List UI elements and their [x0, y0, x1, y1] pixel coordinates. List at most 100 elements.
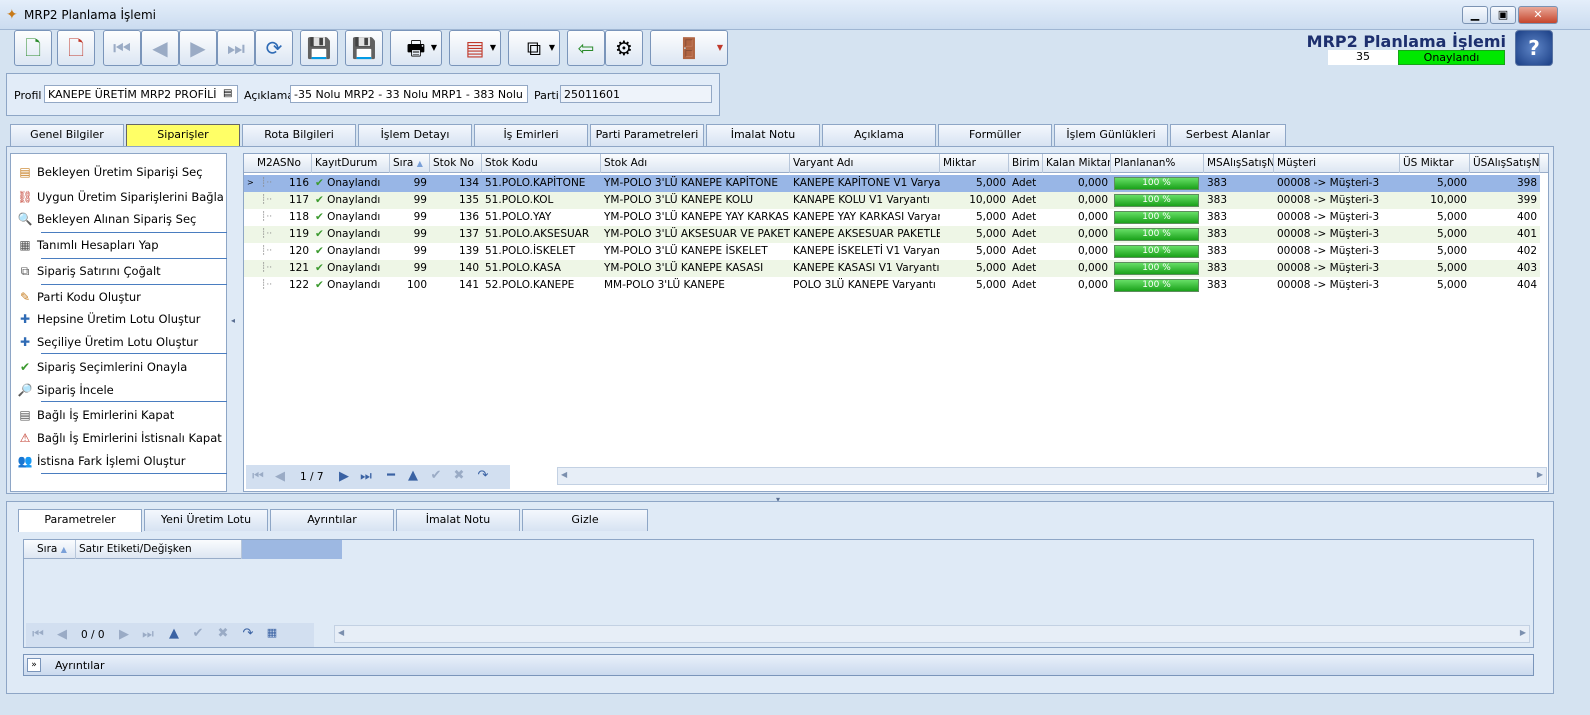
- nav-next-icon[interactable]: ▶: [114, 627, 134, 642]
- help-button[interactable]: ?: [1515, 30, 1553, 66]
- tab-rota-bilgileri[interactable]: Rota Bilgileri: [242, 124, 356, 146]
- nav-refresh-icon[interactable]: ↷: [473, 468, 493, 483]
- col-musteri[interactable]: Müşteri: [1274, 154, 1400, 173]
- col-birim[interactable]: Birim: [1009, 154, 1043, 173]
- nav-cancel-icon[interactable]: ✖: [449, 468, 469, 483]
- print-button[interactable]: 🖶 ▼: [390, 30, 442, 66]
- tab-islem-detayi[interactable]: İşlem Detayı: [358, 124, 472, 146]
- delete-document-button[interactable]: 🗋: [57, 30, 95, 66]
- batch-field[interactable]: 25011601: [560, 85, 712, 103]
- new-document-button[interactable]: 🗋: [14, 30, 52, 66]
- nav-prev-icon[interactable]: ◀: [52, 627, 72, 642]
- horizontal-scrollbar[interactable]: ◀ ▶: [557, 467, 1547, 485]
- nav-post-icon[interactable]: ✔: [188, 626, 208, 641]
- nav-refresh-icon[interactable]: ↷: [238, 626, 258, 641]
- col-msalissatisno[interactable]: MSAlışSatışNo: [1204, 154, 1274, 173]
- col-param-label[interactable]: Satır Etiketi/Değişken: [76, 540, 242, 559]
- collapse-panel-icon[interactable]: ◂: [231, 316, 235, 325]
- exit-button[interactable]: 🚪 ▼: [650, 30, 728, 66]
- tab-islem-gunlukleri[interactable]: İşlem Günlükleri: [1054, 124, 1168, 146]
- tab-parametreler[interactable]: Parametreler: [18, 509, 142, 532]
- nav-prev-icon[interactable]: ◀: [270, 469, 290, 484]
- table-row[interactable]: ┊·· 119 ✔ Onaylandı 99 137 51.POLO.AKSESUAR YM…: [244, 226, 1540, 243]
- table-row[interactable]: ┊·· 117 ✔ Onaylandı 99 135 51.POLO.KOL YM-POLO…: [244, 192, 1540, 209]
- action-close-linked-work-orders-exceptional[interactable]: ⚠ Bağlı İş Emirlerini İstisnalı Kapat: [17, 428, 222, 448]
- settings-button[interactable]: ⚙: [605, 30, 643, 66]
- action-select-received-order[interactable]: 🔍 Bekleyen Alınan Sipariş Seç: [17, 209, 222, 229]
- nav-next-icon[interactable]: ▶: [334, 469, 354, 484]
- tab-aciklama[interactable]: Açıklama: [822, 124, 936, 146]
- action-create-batch-code[interactable]: ✎ Parti Kodu Oluştur: [17, 287, 222, 307]
- nav-filter-icon[interactable]: ▦: [262, 626, 282, 639]
- table-row[interactable]: ┊·· 121 ✔ Onaylandı 99 140 51.POLO.KASA YM-POL…: [244, 260, 1540, 277]
- parameters-horizontal-scrollbar[interactable]: ◀ ▶: [334, 625, 1530, 643]
- close-button[interactable]: ✕: [1518, 6, 1558, 24]
- action-run-defined-calculations[interactable]: ▦ Tanımlı Hesapları Yap: [17, 235, 222, 255]
- col-stok-no[interactable]: Stok No: [430, 154, 482, 173]
- table-row[interactable]: ┊·· 122 ✔ Onaylandı 100 141 52.POLO.KANEPE MM-…: [244, 277, 1540, 294]
- nav-edit-icon[interactable]: ▲: [403, 468, 423, 483]
- action-create-lot-for-selected[interactable]: ✚ Seçiliye Üretim Lotu Oluştur: [17, 332, 222, 352]
- action-create-exception-diff[interactable]: 👥 İstisna Fark İşlemi Oluştur: [17, 451, 222, 471]
- col-kayitdurum[interactable]: KayıtDurum: [312, 154, 390, 173]
- action-create-lot-for-all[interactable]: ✚ Hepsine Üretim Lotu Oluştur: [17, 309, 222, 329]
- action-select-pending-production-order[interactable]: ▤ Bekleyen Üretim Siparişi Seç: [17, 162, 222, 182]
- action-link-production-orders[interactable]: ⛓ Uygun Üretim Siparişlerini Bağla: [17, 187, 223, 207]
- tab-parti-parametreleri[interactable]: Parti Parametreleri: [590, 124, 704, 146]
- previous-record-button[interactable]: ◀: [141, 30, 179, 66]
- profile-field[interactable]: KANEPE ÜRETİM MRP2 PROFİLİ: [44, 85, 238, 103]
- scroll-right-icon[interactable]: ▶: [1537, 470, 1543, 479]
- scroll-left-icon[interactable]: ◀: [338, 628, 344, 637]
- nav-post-icon[interactable]: ✔: [426, 468, 446, 483]
- first-record-button[interactable]: ⏮: [103, 30, 141, 66]
- table-row[interactable]: ┊·· 120 ✔ Onaylandı 99 139 51.POLO.İSKELET YM-…: [244, 243, 1540, 260]
- nav-first-icon[interactable]: ⏮: [248, 469, 268, 484]
- nav-last-icon[interactable]: ⏭: [356, 469, 376, 484]
- save-button[interactable]: 💾: [300, 30, 338, 66]
- description-field[interactable]: -35 Nolu MRP2 - 33 Nolu MRP1 - 383 Nolu …: [290, 85, 528, 103]
- table-row[interactable]: ┊·· 118 ✔ Onaylandı 99 136 51.POLO.YAY YM-POLO…: [244, 209, 1540, 226]
- col-us-miktar[interactable]: ÜS Miktar: [1400, 154, 1470, 173]
- col-miktar[interactable]: Miktar: [940, 154, 1009, 173]
- col-param-sira[interactable]: Sıra ▲: [34, 540, 76, 559]
- scroll-right-icon[interactable]: ▶: [1520, 628, 1526, 637]
- tab-imalat-notu[interactable]: İmalat Notu: [706, 124, 820, 146]
- action-close-linked-work-orders[interactable]: ▤ Bağlı İş Emirlerini Kapat: [17, 405, 222, 425]
- tab-ayrintilar[interactable]: Ayrıntılar: [270, 509, 394, 531]
- nav-cancel-icon[interactable]: ✖: [213, 626, 233, 641]
- tab-serbest-alanlar[interactable]: Serbest Alanlar: [1170, 124, 1286, 146]
- col-varyant-adi[interactable]: Varyant Adı: [790, 154, 940, 173]
- expand-icon[interactable]: »: [27, 658, 41, 672]
- tab-gizle[interactable]: Gizle: [522, 509, 648, 531]
- nav-last-icon[interactable]: ⏭: [138, 627, 158, 642]
- action-inspect-order[interactable]: 🔎 Sipariş İncele: [17, 380, 222, 400]
- col-kalan-miktar[interactable]: Kalan Miktar: [1043, 154, 1111, 173]
- col-m2asno[interactable]: M2ASNo: [254, 154, 312, 173]
- col-usalissatisno[interactable]: ÜSAlışSatışNo: [1470, 154, 1540, 173]
- details-bar[interactable]: » Ayrıntılar: [23, 654, 1534, 676]
- nav-delete-icon[interactable]: ━: [381, 468, 401, 483]
- lookup-icon[interactable]: ▤: [223, 88, 232, 99]
- col-stok-adi[interactable]: Stok Adı: [601, 154, 790, 173]
- save-cancel-button[interactable]: 💾: [345, 30, 383, 66]
- tab-genel-bilgiler[interactable]: Genel Bilgiler: [10, 124, 124, 146]
- table-row[interactable]: > ┊·· 116 ✔ Onaylandı 99 134 51.POLO.KAPİTONE Y…: [244, 175, 1540, 192]
- tab-is-emirleri[interactable]: İş Emirleri: [474, 124, 588, 146]
- tab-siparisler[interactable]: Siparişler: [126, 124, 240, 146]
- action-duplicate-order-line[interactable]: ⧉ Sipariş Satırını Çoğalt: [17, 261, 222, 281]
- col-planlanan[interactable]: Planlanan%: [1111, 154, 1204, 173]
- scroll-left-icon[interactable]: ◀: [561, 470, 567, 479]
- minimize-button[interactable]: ▁: [1462, 6, 1488, 24]
- nav-edit-icon[interactable]: ▲: [164, 626, 184, 641]
- maximize-button[interactable]: ▣: [1490, 6, 1516, 24]
- pdf-export-button[interactable]: ▤ ▼: [449, 30, 501, 66]
- col-stok-kodu[interactable]: Stok Kodu: [482, 154, 601, 173]
- import-button[interactable]: ⇦: [567, 30, 605, 66]
- last-record-button[interactable]: ⏭: [217, 30, 255, 66]
- tab-imalat-notu-bottom[interactable]: İmalat Notu: [396, 509, 520, 531]
- action-approve-order-selections[interactable]: ✔ Sipariş Seçimlerini Onayla: [17, 357, 222, 377]
- tab-yeni-uretim-lotu[interactable]: Yeni Üretim Lotu: [144, 509, 268, 531]
- refresh-button[interactable]: ⟳: [255, 30, 293, 66]
- tab-formuller[interactable]: Formüller: [938, 124, 1052, 146]
- copy-records-button[interactable]: ⧉ ▼: [508, 30, 560, 66]
